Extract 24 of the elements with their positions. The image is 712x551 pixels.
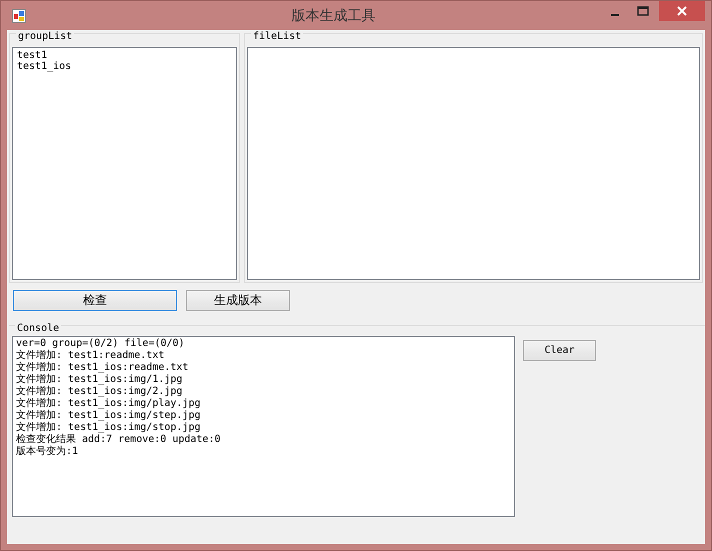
console-line: 文件增加: test1_ios:img/play.jpg: [16, 398, 202, 410]
console-line: 文件增加: test1_ios:img/2.jpg: [16, 386, 184, 398]
close-button[interactable]: [659, 1, 705, 21]
console-line: 文件增加: test1_ios:img/1.jpg: [16, 374, 184, 386]
group-list[interactable]: test1 test1_ios: [12, 47, 237, 280]
maximize-icon: [637, 6, 649, 16]
list-item[interactable]: test1: [17, 50, 232, 61]
console-line: 文件增加: test1_ios:readme.txt: [16, 362, 190, 374]
console-line: 版本号变为:1: [16, 446, 80, 458]
action-button[interactable]: 检查: [13, 290, 177, 311]
console-output[interactable]: [12, 336, 515, 517]
window-title: 版本生成工具: [290, 6, 376, 24]
clear-button[interactable]: Clear: [523, 340, 596, 361]
group-label: groupList: [16, 31, 74, 43]
console-line: 文件增加: test1:readme.txt: [16, 350, 166, 362]
close-icon: [677, 6, 687, 16]
minimize-icon: [611, 14, 619, 16]
list-item[interactable]: test1_ios: [17, 61, 232, 72]
console-line: 检查变化结果 add:7 remove:0 update:0: [16, 434, 222, 446]
console-line: 文件增加: test1_ios:img/stop.jpg: [16, 422, 202, 434]
action-button[interactable]: 生成版本: [186, 290, 290, 311]
console-line: 文件增加: test1_ios:img/step.jpg: [16, 410, 202, 422]
app-icon: [12, 8, 26, 22]
console-line: ver=0 group=(0/2) file=(0/0): [16, 338, 186, 350]
